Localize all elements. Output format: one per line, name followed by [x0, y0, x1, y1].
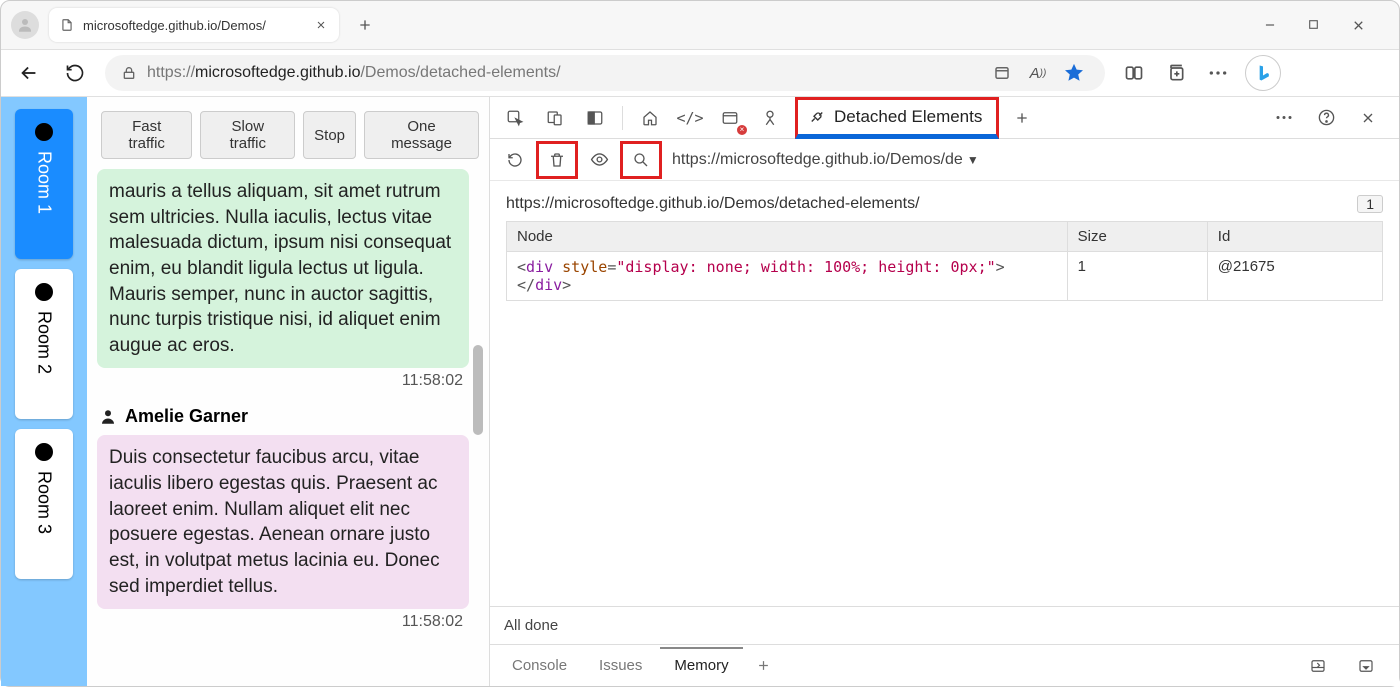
user-icon — [99, 408, 117, 426]
trash-icon — [548, 151, 566, 169]
sources-tab-icon[interactable] — [753, 101, 787, 135]
devtools-pane: </> × Detached Elements — [490, 97, 1399, 686]
message-bubble: Duis consectetur faucibus arcu, vitae ia… — [97, 435, 469, 609]
detached-elements-tab[interactable]: Detached Elements — [795, 97, 999, 139]
drawer-dock-icon[interactable] — [1301, 649, 1335, 683]
read-aloud-icon[interactable]: A)) — [1023, 58, 1053, 88]
message-bubble: mauris a tellus aliquam, sit amet rutrum… — [97, 169, 469, 368]
collections-icon[interactable] — [1161, 58, 1191, 88]
drawer-tab-memory[interactable]: Memory — [660, 647, 742, 682]
collect-garbage-button[interactable] — [536, 141, 578, 179]
col-node[interactable]: Node — [507, 222, 1068, 252]
drawer-add-icon[interactable] — [747, 649, 781, 683]
bing-chat-icon[interactable] — [1245, 55, 1281, 91]
refresh-detached-icon[interactable] — [498, 143, 532, 177]
presence-dot-icon — [35, 123, 53, 141]
node-cell: <div style="display: none; width: 100%; … — [507, 252, 1068, 301]
frame-selector[interactable]: https://microsoftedge.github.io/Demos/de… — [666, 151, 979, 169]
window-minimize-icon[interactable] — [1263, 18, 1283, 33]
elements-tab-icon[interactable]: </> — [673, 101, 707, 135]
message-item: mauris a tellus aliquam, sit amet rutrum… — [97, 169, 469, 392]
analyze-button[interactable] — [620, 141, 662, 179]
refresh-button[interactable] — [59, 57, 91, 89]
split-screen-icon[interactable] — [1119, 58, 1149, 88]
back-button[interactable] — [13, 57, 45, 89]
id-cell: @21675 — [1207, 252, 1382, 301]
messages-list: mauris a tellus aliquam, sit amet rutrum… — [97, 169, 483, 678]
devtools-more-icon[interactable] — [1267, 101, 1301, 135]
sidebar-room-3[interactable]: Room 3 — [15, 429, 73, 579]
address-bar-row: https://microsoftedge.github.io/Demos/de… — [1, 49, 1399, 97]
drawer-tab-console[interactable]: Console — [498, 649, 581, 682]
chat-column: Fast traffic Slow traffic Stop One messa… — [87, 97, 489, 686]
browser-tab-strip: microsoftedge.github.io/Demos/ — [1, 1, 1399, 49]
lock-icon — [121, 65, 137, 81]
address-bar[interactable]: https://microsoftedge.github.io/Demos/de… — [105, 55, 1105, 91]
message-item: Amelie Garner Duis consectetur faucibus … — [97, 402, 469, 633]
author-name: Amelie Garner — [125, 406, 248, 427]
sidebar-room-2[interactable]: Room 2 — [15, 269, 73, 419]
device-emulation-icon[interactable] — [538, 101, 572, 135]
app-install-icon[interactable] — [987, 58, 1017, 88]
status-bar: All done — [490, 606, 1399, 644]
frame-url-text: https://microsoftedge.github.io/Demos/de — [672, 151, 963, 169]
room-sidebar: Room 1 Room 2 Room 3 — [1, 97, 87, 686]
stop-button[interactable]: Stop — [303, 111, 356, 159]
eye-icon[interactable] — [582, 143, 616, 177]
message-timestamp: 11:58:02 — [97, 609, 469, 633]
dock-side-icon[interactable] — [578, 101, 612, 135]
drawer-tab-issues[interactable]: Issues — [585, 649, 656, 682]
devtools-close-icon[interactable] — [1351, 101, 1385, 135]
tab-title: microsoftedge.github.io/Demos/ — [83, 18, 305, 33]
fast-traffic-button[interactable]: Fast traffic — [101, 111, 192, 159]
chevron-down-icon: ▼ — [967, 153, 979, 167]
webapp-pane: Room 1 Room 2 Room 3 Fast traffic Slow t… — [1, 97, 490, 686]
scrollbar-thumb[interactable] — [473, 345, 483, 435]
message-timestamp: 11:58:02 — [97, 368, 469, 392]
sidebar-room-1[interactable]: Room 1 — [15, 109, 73, 259]
help-icon[interactable] — [1309, 101, 1343, 135]
drawer-expand-icon[interactable] — [1349, 649, 1383, 683]
inspect-element-icon[interactable] — [498, 101, 532, 135]
devtools-drawer: Console Issues Memory — [490, 644, 1399, 686]
col-size[interactable]: Size — [1067, 222, 1207, 252]
new-tab-button[interactable] — [349, 9, 381, 41]
presence-dot-icon — [35, 443, 53, 461]
search-icon — [632, 151, 650, 169]
console-tab-icon[interactable]: × — [713, 101, 747, 135]
favorite-star-icon[interactable] — [1059, 58, 1089, 88]
room-label: Room 1 — [34, 151, 55, 214]
profile-avatar[interactable] — [11, 11, 39, 39]
tab-label: Detached Elements — [834, 107, 982, 127]
add-tab-icon[interactable] — [1005, 101, 1039, 135]
window-maximize-icon[interactable] — [1307, 18, 1327, 33]
detached-count: 1 — [1357, 195, 1383, 213]
more-menu-icon[interactable] — [1203, 58, 1233, 88]
controls-row: Fast traffic Slow traffic Stop One messa… — [97, 105, 483, 169]
plug-icon — [808, 108, 826, 126]
detached-table: Node Size Id <div style="display: none; … — [506, 221, 1383, 301]
welcome-tab-icon[interactable] — [633, 101, 667, 135]
one-message-button[interactable]: One message — [364, 111, 479, 159]
table-row[interactable]: <div style="display: none; width: 100%; … — [507, 252, 1383, 301]
page-path: https://microsoftedge.github.io/Demos/de… — [506, 195, 920, 213]
slow-traffic-button[interactable]: Slow traffic — [200, 111, 295, 159]
url-text: https://microsoftedge.github.io/Demos/de… — [147, 64, 561, 82]
presence-dot-icon — [35, 283, 53, 301]
tab-close-icon[interactable] — [313, 17, 329, 33]
col-id[interactable]: Id — [1207, 222, 1382, 252]
size-cell: 1 — [1067, 252, 1207, 301]
message-author: Amelie Garner — [97, 402, 469, 435]
browser-tab[interactable]: microsoftedge.github.io/Demos/ — [49, 8, 339, 42]
devtools-toolbar: </> × Detached Elements — [490, 97, 1399, 139]
detached-body: https://microsoftedge.github.io/Demos/de… — [490, 181, 1399, 606]
detached-subtoolbar: https://microsoftedge.github.io/Demos/de… — [490, 139, 1399, 181]
window-close-icon[interactable] — [1351, 18, 1371, 33]
room-label: Room 3 — [34, 471, 55, 534]
page-icon — [59, 17, 75, 33]
room-label: Room 2 — [34, 311, 55, 374]
